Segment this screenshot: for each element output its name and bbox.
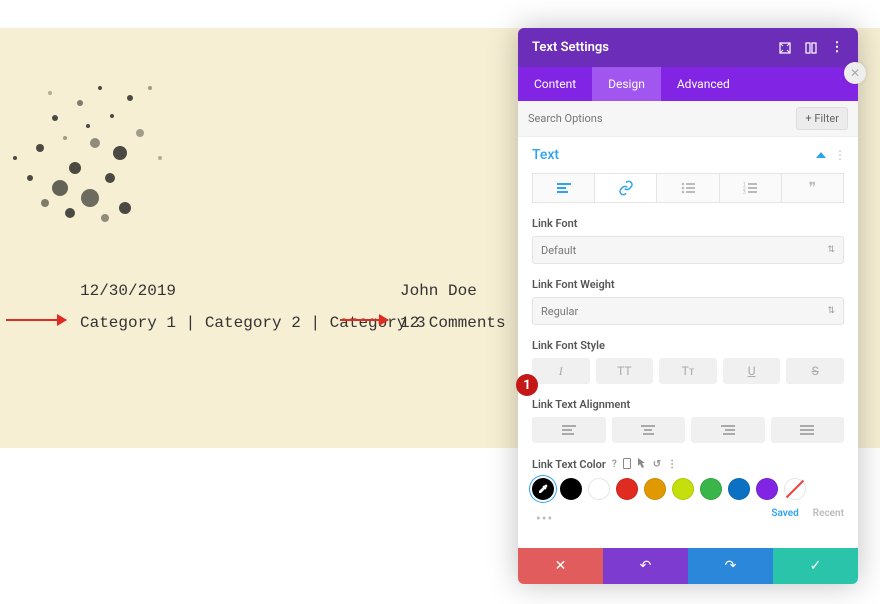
link-font-weight-select[interactable]: Regular⇅ (532, 297, 844, 325)
label-link-font-style: Link Font Style (532, 339, 844, 352)
link-icon (618, 180, 634, 196)
paragraph-icon (557, 183, 571, 193)
segment-ul[interactable] (657, 173, 719, 203)
align-center-icon (641, 425, 655, 435)
segment-paragraph[interactable] (532, 173, 595, 203)
swatch-red[interactable] (616, 478, 638, 500)
align-right-button[interactable] (691, 417, 765, 443)
section-menu-icon[interactable]: ⋮ (834, 148, 844, 162)
label-link-text-alignment: Link Text Alignment (532, 398, 844, 411)
italic-button[interactable]: I (532, 358, 590, 384)
color-swatches (532, 478, 844, 500)
more-swatches-icon[interactable]: ••• (536, 511, 553, 527)
align-left-button[interactable] (532, 417, 606, 443)
cancel-button[interactable]: ✕ (518, 548, 603, 584)
more-icon[interactable]: ⋮ (667, 459, 677, 470)
save-button[interactable]: ✓ (773, 548, 858, 584)
quote-icon: ❞ (809, 180, 817, 197)
label-link-font-weight: Link Font Weight (532, 278, 844, 291)
swatch-lime[interactable] (672, 478, 694, 500)
link-font-select[interactable]: Default⇅ (532, 236, 844, 264)
ul-icon (681, 182, 695, 194)
search-options-input[interactable] (528, 112, 796, 125)
align-justify-icon (800, 425, 814, 435)
reset-icon[interactable]: ↺ (653, 459, 661, 470)
panel-body[interactable]: Text ⋮ 123 ❞ Link Font Default⇅ Link Fon… (518, 137, 858, 548)
chevron-updown-icon: ⇅ (827, 245, 835, 255)
svg-text:3: 3 (743, 190, 746, 194)
swatch-green[interactable] (700, 478, 722, 500)
alignment-buttons (532, 417, 844, 443)
post-categories[interactable]: Category 1 | Category 2 | Category 3 (80, 314, 426, 332)
redo-button[interactable]: ↷ (688, 548, 773, 584)
panel-header: Text Settings ⋮ (518, 28, 858, 67)
uppercase-button[interactable]: TT (596, 358, 654, 384)
eyedropper-icon (537, 483, 549, 495)
swatch-none[interactable] (784, 478, 806, 500)
post-comments[interactable]: 12 Comments (400, 314, 506, 332)
panel-footer: ✕ ↶ ↷ ✓ (518, 548, 858, 584)
undo-icon: ↶ (640, 558, 652, 574)
column-layout-icon[interactable] (804, 41, 818, 55)
swatch-blue[interactable] (728, 478, 750, 500)
panel-title: Text Settings (532, 40, 609, 55)
align-left-icon (562, 425, 576, 435)
swatch-black[interactable] (560, 478, 582, 500)
segment-link[interactable] (595, 173, 657, 203)
font-style-buttons: I TT Tᴛ U S (532, 358, 844, 384)
ink-splatter-graphic (0, 48, 200, 248)
underline-button[interactable]: U (723, 358, 781, 384)
smallcaps-button[interactable]: Tᴛ (659, 358, 717, 384)
tab-design[interactable]: Design (592, 67, 661, 101)
chevron-updown-icon: ⇅ (827, 306, 835, 316)
annotation-arrow (340, 319, 388, 321)
tab-advanced[interactable]: Advanced (661, 67, 746, 101)
section-title-text[interactable]: Text (532, 147, 559, 163)
swatch-tab-saved[interactable]: Saved (771, 508, 798, 519)
align-center-button[interactable] (612, 417, 686, 443)
annotation-arrow (6, 319, 66, 321)
segment-quote[interactable]: ❞ (782, 173, 844, 203)
swatch-orange[interactable] (644, 478, 666, 500)
help-icon[interactable]: ? (612, 459, 617, 470)
check-icon: ✓ (810, 558, 822, 574)
annotation-callout-1: 1 (516, 374, 538, 396)
expand-icon[interactable] (778, 41, 792, 55)
undo-button[interactable]: ↶ (603, 548, 688, 584)
swatch-purple[interactable] (756, 478, 778, 500)
search-bar: + Filter (518, 101, 858, 137)
label-link-text-color: Link Text Color ? ↺ ⋮ (532, 457, 844, 472)
device-phone-icon[interactable] (623, 458, 631, 472)
color-picker-button[interactable] (532, 478, 554, 500)
segment-ol[interactable]: 123 (720, 173, 782, 203)
strikethrough-button[interactable]: S (786, 358, 844, 384)
swatch-tabs: Saved Recent (771, 508, 844, 519)
text-type-segments: 123 ❞ (532, 173, 844, 203)
collapse-section-icon[interactable] (816, 152, 826, 158)
post-author: John Doe (400, 282, 477, 300)
settings-panel: Text Settings ⋮ Content Design Advanced … (518, 28, 858, 584)
hover-icon[interactable] (637, 457, 647, 472)
tab-bar: Content Design Advanced (518, 67, 858, 101)
post-date: 12/30/2019 (80, 282, 176, 300)
tab-content[interactable]: Content (518, 67, 592, 101)
filter-button[interactable]: + Filter (796, 107, 848, 130)
align-right-icon (721, 425, 735, 435)
redo-icon: ↷ (725, 558, 737, 574)
close-icon: ✕ (555, 558, 567, 574)
align-justify-button[interactable] (771, 417, 845, 443)
ol-icon: 123 (743, 182, 757, 194)
swatch-white[interactable] (588, 478, 610, 500)
swatch-tab-recent[interactable]: Recent (813, 508, 844, 519)
label-link-font: Link Font (532, 217, 844, 230)
kebab-menu-icon[interactable]: ⋮ (830, 41, 844, 55)
close-panel-bubble[interactable]: ✕ (844, 62, 866, 84)
